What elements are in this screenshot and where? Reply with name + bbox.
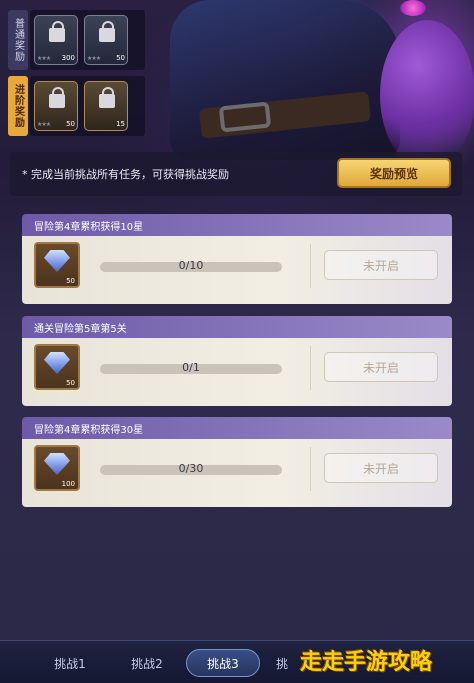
reward-panel: 普通奖励 ★★★ 300 ★★★ 50 进阶奖励 ★★★ 50 15 [8, 8, 145, 136]
task-title: 通关冒险第5章第5关 [22, 316, 452, 338]
task-card: 冒险第4章累积获得10星 50 0/10 未开启 [22, 214, 452, 304]
lock-icon [49, 21, 65, 42]
reward-gem-slot[interactable]: 50 [34, 242, 80, 288]
star-rating: ★★★ [37, 121, 51, 128]
not-started-button[interactable]: 未开启 [324, 352, 438, 382]
normal-reward-row: ★★★ 300 ★★★ 50 [30, 10, 145, 70]
tentacle-creature [380, 20, 474, 170]
task-card: 通关冒险第5章第5关 50 0/1 未开启 [22, 316, 452, 406]
lock-icon [99, 87, 115, 108]
tab-challenge-3[interactable]: 挑战3 [186, 649, 260, 677]
not-started-button[interactable]: 未开启 [324, 453, 438, 483]
progress-text: 0/10 [178, 259, 204, 272]
task-title: 冒险第4章累积获得10星 [22, 214, 452, 236]
task-body: 100 0/30 未开启 [22, 439, 452, 507]
reward-count: 15 [116, 120, 125, 128]
divider [310, 244, 311, 288]
star-rating: ★★★ [87, 55, 101, 62]
not-started-button[interactable]: 未开启 [324, 250, 438, 280]
progress-text: 0/30 [178, 462, 204, 475]
reward-chest[interactable]: ★★★ 50 [84, 15, 128, 65]
reward-preview-button[interactable]: 奖励预览 [337, 158, 451, 188]
reward-count: 300 [61, 54, 75, 62]
diamond-icon [44, 453, 70, 475]
belt-buckle [218, 101, 272, 133]
reward-chest[interactable]: ★★★ 300 [34, 15, 78, 65]
diamond-icon [44, 352, 70, 374]
gem-count: 100 [61, 480, 75, 488]
reward-count: 50 [116, 54, 125, 62]
reward-count: 50 [66, 120, 75, 128]
challenge-info-text: * 完成当前挑战所有任务，可获得挑战奖励 [22, 168, 229, 181]
tab-normal-rewards[interactable]: 普通奖励 [8, 10, 28, 70]
task-card: 冒险第4章累积获得30星 100 0/30 未开启 [22, 417, 452, 507]
reward-chest[interactable]: 15 [84, 81, 128, 131]
tab-challenge-4[interactable]: 挑 [262, 649, 302, 677]
gem-count: 50 [66, 277, 75, 285]
glowing-eye [400, 0, 426, 16]
gem-count: 50 [66, 379, 75, 387]
task-body: 50 0/10 未开启 [22, 236, 452, 304]
site-watermark: 走走手游攻略 [300, 650, 433, 675]
lock-icon [99, 21, 115, 42]
lock-icon [49, 87, 65, 108]
advanced-reward-row: ★★★ 50 15 [30, 76, 145, 136]
reward-chest[interactable]: ★★★ 50 [34, 81, 78, 131]
diamond-icon [44, 250, 70, 272]
tab-advanced-rewards[interactable]: 进阶奖励 [8, 76, 28, 136]
task-body: 50 0/1 未开启 [22, 338, 452, 406]
divider [310, 346, 311, 390]
reward-gem-slot[interactable]: 100 [34, 445, 80, 491]
tab-challenge-2[interactable]: 挑战2 [110, 649, 184, 677]
star-rating: ★★★ [37, 55, 51, 62]
task-title: 冒险第4章累积获得30星 [22, 417, 452, 439]
tab-challenge-1[interactable]: 挑战1 [33, 649, 107, 677]
divider [310, 447, 311, 491]
progress-text: 0/1 [182, 361, 200, 374]
reward-gem-slot[interactable]: 50 [34, 344, 80, 390]
